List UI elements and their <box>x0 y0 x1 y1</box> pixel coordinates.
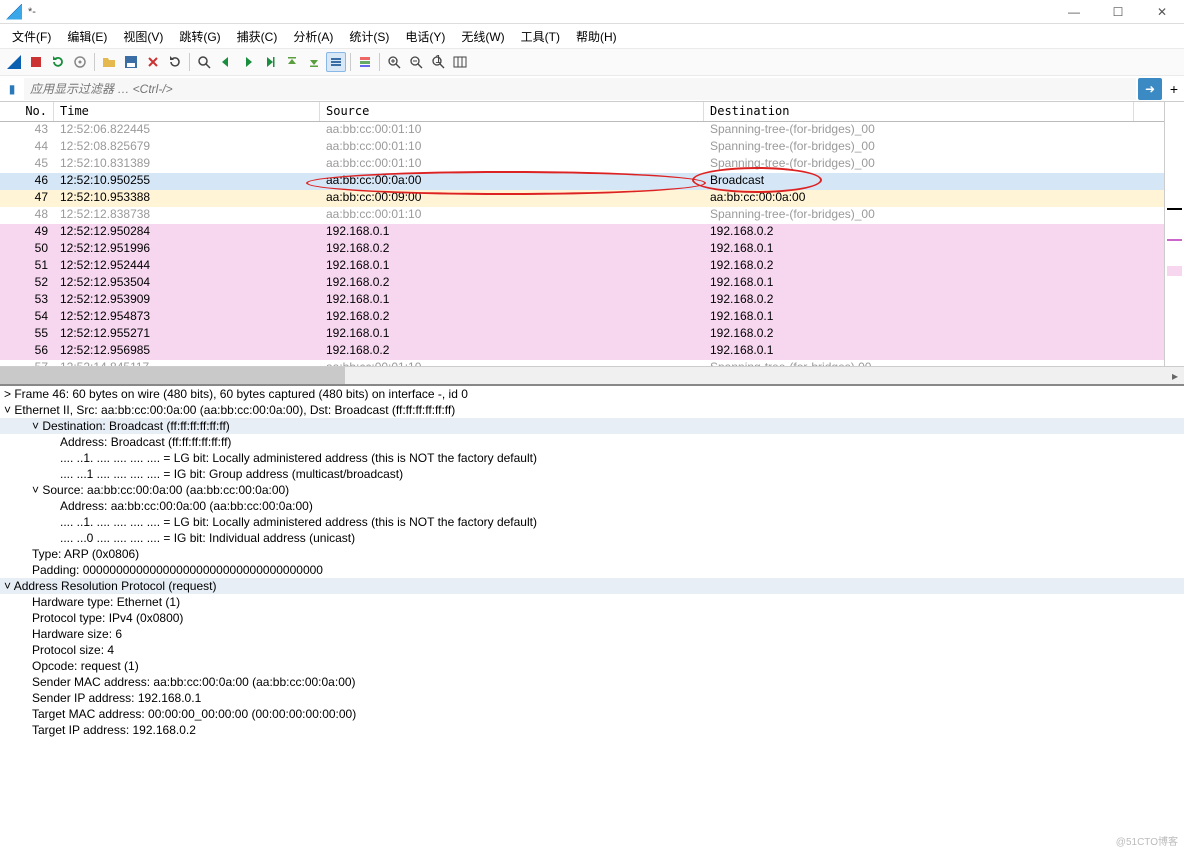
detail-line[interactable]: Address Resolution Protocol (request) <box>0 578 1184 594</box>
save-file-icon[interactable] <box>121 52 141 72</box>
close-file-icon[interactable] <box>143 52 163 72</box>
packet-list-header[interactable]: No. Time Source Destination <box>0 102 1164 122</box>
col-header-destination[interactable]: Destination <box>704 102 1134 121</box>
detail-line[interactable]: Address: Broadcast (ff:ff:ff:ff:ff:ff) <box>0 434 1184 450</box>
resize-columns-icon[interactable] <box>450 52 470 72</box>
detail-line[interactable]: Target IP address: 192.168.0.2 <box>0 722 1184 738</box>
packet-row[interactable]: 4412:52:08.825679aa:bb:cc:00:01:10Spanni… <box>0 139 1164 156</box>
filter-bar: ▮ ➜ + <box>0 76 1184 102</box>
close-button[interactable]: ✕ <box>1140 0 1184 24</box>
detail-line[interactable]: Padding: 0000000000000000000000000000000… <box>0 562 1184 578</box>
horizontal-scrollbar[interactable]: ◂ ▸ <box>0 366 1184 384</box>
menu-item[interactable]: 帮助(H) <box>568 26 625 47</box>
detail-line[interactable]: .... ...1 .... .... .... .... = IG bit: … <box>0 466 1184 482</box>
col-header-no[interactable]: No. <box>0 102 54 121</box>
detail-line[interactable]: Sender MAC address: aa:bb:cc:00:0a:00 (a… <box>0 674 1184 690</box>
packet-details-pane[interactable]: Frame 46: 60 bytes on wire (480 bits), 6… <box>0 384 1184 852</box>
scroll-right-icon[interactable]: ▸ <box>1166 367 1184 384</box>
detail-line[interactable]: .... ..1. .... .... .... .... = LG bit: … <box>0 450 1184 466</box>
detail-line[interactable]: Opcode: request (1) <box>0 658 1184 674</box>
detail-line[interactable]: Frame 46: 60 bytes on wire (480 bits), 6… <box>0 386 1184 402</box>
packet-list-pane: No. Time Source Destination 4312:52:06.8… <box>0 102 1184 366</box>
detail-line[interactable]: Type: ARP (0x0806) <box>0 546 1184 562</box>
open-file-icon[interactable] <box>99 52 119 72</box>
menu-item[interactable]: 捕获(C) <box>229 26 286 47</box>
menu-item[interactable]: 电话(Y) <box>397 26 453 47</box>
packet-row[interactable]: 5112:52:12.952444192.168.0.1192.168.0.2 <box>0 258 1164 275</box>
go-forward-icon[interactable] <box>238 52 258 72</box>
menu-item[interactable]: 跳转(G) <box>171 26 228 47</box>
restart-capture-icon[interactable] <box>48 52 68 72</box>
separator <box>94 53 95 71</box>
reload-icon[interactable] <box>165 52 185 72</box>
packet-row[interactable]: 5212:52:12.953504192.168.0.2192.168.0.1 <box>0 275 1164 292</box>
autoscroll-icon[interactable] <box>326 52 346 72</box>
packet-row[interactable]: 4612:52:10.950255aa:bb:cc:00:0a:00Broadc… <box>0 173 1164 190</box>
packet-row[interactable]: 4912:52:12.950284192.168.0.1192.168.0.2 <box>0 224 1164 241</box>
separator <box>379 53 380 71</box>
menu-bar: 文件(F)编辑(E)视图(V)跳转(G)捕获(C)分析(A)统计(S)电话(Y)… <box>0 24 1184 48</box>
packet-row[interactable]: 5412:52:12.954873192.168.0.2192.168.0.1 <box>0 309 1164 326</box>
col-header-time[interactable]: Time <box>54 102 320 121</box>
detail-line[interactable]: .... ...0 .... .... .... .... = IG bit: … <box>0 530 1184 546</box>
packet-row[interactable]: 5312:52:12.953909192.168.0.1192.168.0.2 <box>0 292 1164 309</box>
watermark: @51CTO博客 <box>1116 833 1178 848</box>
start-capture-icon[interactable] <box>4 52 24 72</box>
menu-item[interactable]: 无线(W) <box>453 26 512 47</box>
apply-filter-button[interactable]: ➜ <box>1138 78 1162 100</box>
stop-capture-icon[interactable] <box>26 52 46 72</box>
find-icon[interactable] <box>194 52 214 72</box>
bookmark-icon[interactable]: ▮ <box>2 79 22 99</box>
detail-line[interactable]: Protocol size: 4 <box>0 642 1184 658</box>
colorize-icon[interactable] <box>355 52 375 72</box>
separator <box>189 53 190 71</box>
detail-line[interactable]: .... ..1. .... .... .... .... = LG bit: … <box>0 514 1184 530</box>
packet-row[interactable]: 4812:52:12.838738aa:bb:cc:00:01:10Spanni… <box>0 207 1164 224</box>
jump-icon[interactable] <box>260 52 280 72</box>
zoom-in-icon[interactable] <box>384 52 404 72</box>
packet-row[interactable]: 5512:52:12.955271192.168.0.1192.168.0.2 <box>0 326 1164 343</box>
go-last-icon[interactable] <box>304 52 324 72</box>
svg-text:1: 1 <box>435 55 442 66</box>
detail-line[interactable]: Target MAC address: 00:00:00_00:00:00 (0… <box>0 706 1184 722</box>
detail-line[interactable]: Hardware type: Ethernet (1) <box>0 594 1184 610</box>
main-toolbar: 1 <box>0 48 1184 76</box>
go-first-icon[interactable] <box>282 52 302 72</box>
col-header-source[interactable]: Source <box>320 102 704 121</box>
minimize-button[interactable]: — <box>1052 0 1096 24</box>
options-icon[interactable] <box>70 52 90 72</box>
detail-line[interactable]: Destination: Broadcast (ff:ff:ff:ff:ff:f… <box>0 418 1184 434</box>
menu-item[interactable]: 分析(A) <box>285 26 341 47</box>
zoom-out-icon[interactable] <box>406 52 426 72</box>
detail-line[interactable]: Ethernet II, Src: aa:bb:cc:00:0a:00 (aa:… <box>0 402 1184 418</box>
display-filter-input[interactable] <box>24 78 1136 100</box>
detail-line[interactable]: Address: aa:bb:cc:00:0a:00 (aa:bb:cc:00:… <box>0 498 1184 514</box>
separator <box>350 53 351 71</box>
packet-row[interactable]: 4712:52:10.953388aa:bb:cc:00:09:00aa:bb:… <box>0 190 1164 207</box>
zoom-reset-icon[interactable]: 1 <box>428 52 448 72</box>
packet-row[interactable]: 5012:52:12.951996192.168.0.2192.168.0.1 <box>0 241 1164 258</box>
detail-line[interactable]: Sender IP address: 192.168.0.1 <box>0 690 1184 706</box>
detail-line[interactable]: Protocol type: IPv4 (0x0800) <box>0 610 1184 626</box>
scroll-thumb[interactable] <box>0 367 345 384</box>
menu-item[interactable]: 文件(F) <box>4 26 59 47</box>
app-icon <box>6 4 22 20</box>
add-filter-button[interactable]: + <box>1164 81 1184 97</box>
title-bar: *- — ☐ ✕ <box>0 0 1184 24</box>
detail-line[interactable]: Source: aa:bb:cc:00:0a:00 (aa:bb:cc:00:0… <box>0 482 1184 498</box>
menu-item[interactable]: 工具(T) <box>513 26 568 47</box>
packet-row[interactable]: 5612:52:12.956985192.168.0.2192.168.0.1 <box>0 343 1164 360</box>
window-title: *- <box>28 6 1052 18</box>
go-back-icon[interactable] <box>216 52 236 72</box>
menu-item[interactable]: 编辑(E) <box>59 26 115 47</box>
menu-item[interactable]: 统计(S) <box>341 26 397 47</box>
menu-item[interactable]: 视图(V) <box>115 26 171 47</box>
packet-row[interactable]: 4512:52:10.831389aa:bb:cc:00:01:10Spanni… <box>0 156 1164 173</box>
timeline-scrollbar[interactable] <box>1164 102 1184 366</box>
maximize-button[interactable]: ☐ <box>1096 0 1140 24</box>
detail-line[interactable]: Hardware size: 6 <box>0 626 1184 642</box>
packet-row[interactable]: 4312:52:06.822445aa:bb:cc:00:01:10Spanni… <box>0 122 1164 139</box>
